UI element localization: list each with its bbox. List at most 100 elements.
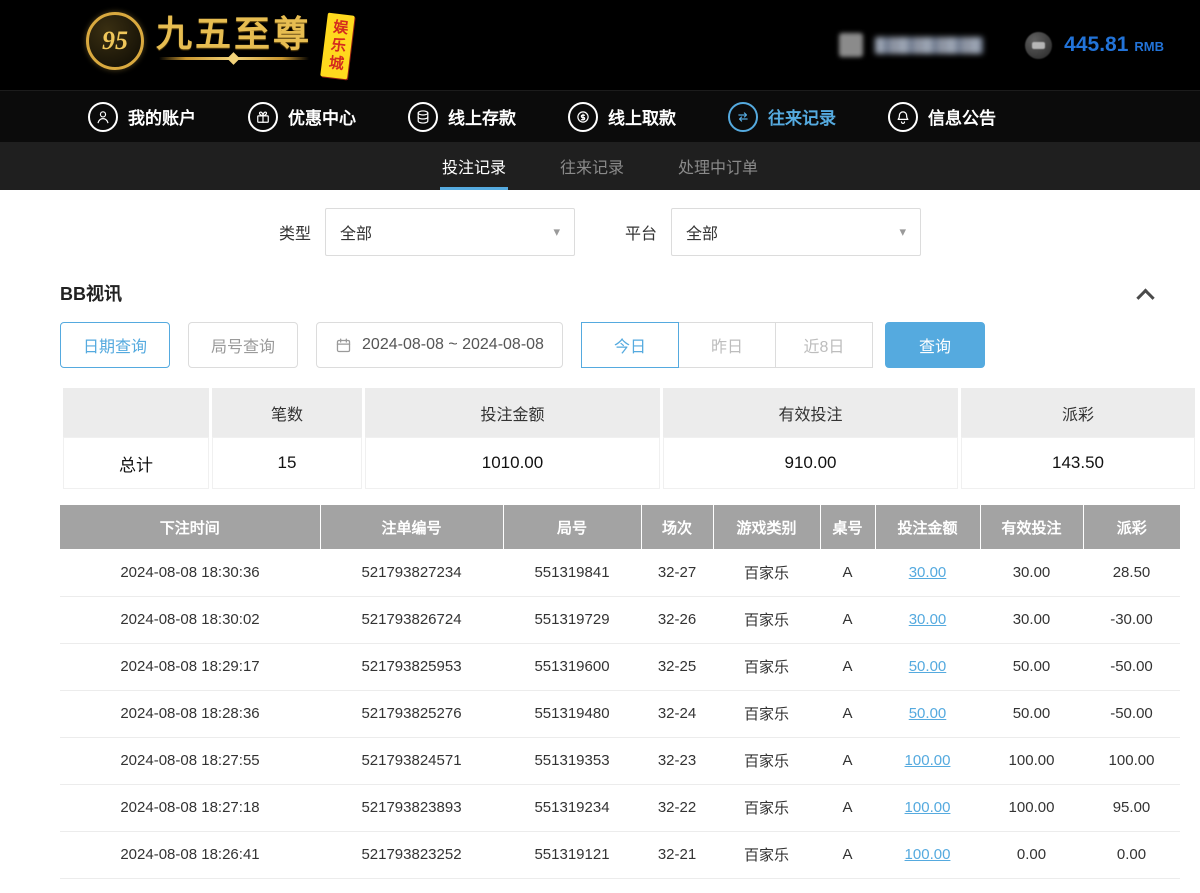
- cell-payout: -50.00: [1083, 643, 1180, 690]
- column-header: 派彩: [1083, 505, 1180, 549]
- nav-item-withdraw[interactable]: 线上取款: [568, 102, 676, 132]
- nav-item-records[interactable]: 往来记录: [728, 102, 836, 132]
- nav-item-label: 信息公告: [928, 104, 996, 129]
- bet-amount-link[interactable]: 50.00: [909, 658, 947, 675]
- filter-row: 类型 全部 ▾ 平台 全部 ▾: [0, 190, 1200, 272]
- nav-item-promotions[interactable]: 优惠中心: [248, 102, 356, 132]
- summary-col-valid-bet: 有效投注: [663, 388, 958, 437]
- summary-col-bet-amount: 投注金额: [365, 388, 660, 437]
- platform-select-value: 全部: [686, 220, 718, 244]
- summary-total-valid-bet: 910.00: [663, 437, 958, 489]
- search-button[interactable]: 查询: [885, 322, 985, 368]
- type-filter-label: 类型: [279, 220, 311, 244]
- summary-total-row: 总计 15 1010.00 910.00 143.50: [63, 437, 1195, 489]
- logo-flourish-decoration: [159, 57, 309, 60]
- cell-game-type: 百家乐: [713, 643, 820, 690]
- tab-bet-records[interactable]: 投注记录: [440, 142, 508, 190]
- username-redacted[interactable]: [875, 37, 983, 54]
- top-header: 95 九五至尊 娱乐城 445.81 RMB: [0, 0, 1200, 90]
- cell-payout: 28.50: [1083, 549, 1180, 596]
- tab-transaction-records[interactable]: 往来记录: [558, 142, 626, 190]
- cell-session: 32-27: [641, 549, 713, 596]
- logo-text: 九五至尊: [156, 14, 312, 54]
- collapse-chevron-icon[interactable]: [1136, 288, 1154, 306]
- chevron-down-icon: ▾: [553, 224, 560, 240]
- cell-session: 32-23: [641, 737, 713, 784]
- round-query-button[interactable]: 局号查询: [188, 322, 298, 368]
- cell-session: 32-22: [641, 784, 713, 831]
- cell-table-no: A: [820, 737, 875, 784]
- cell-payout: -50.00: [1083, 690, 1180, 737]
- cell-round-no: 551319600: [503, 643, 641, 690]
- cell-session: 32-21: [641, 831, 713, 878]
- cell-table-no: A: [820, 549, 875, 596]
- bell-icon: [888, 102, 918, 132]
- cell-session: 32-26: [641, 596, 713, 643]
- date-query-button[interactable]: 日期查询: [60, 322, 170, 368]
- table-row: 2024-08-08 18:27:18521793823893551319234…: [60, 784, 1180, 831]
- cell-valid-bet: 50.00: [980, 643, 1083, 690]
- cell-order-no: 521793824571: [320, 737, 503, 784]
- cell-bet-amount: 50.00: [875, 643, 980, 690]
- cell-payout: 0.00: [1083, 831, 1180, 878]
- type-select[interactable]: 全部 ▾: [325, 208, 575, 256]
- bet-amount-link[interactable]: 30.00: [909, 611, 947, 628]
- cell-bet-amount: 30.00: [875, 596, 980, 643]
- cell-table-no: A: [820, 784, 875, 831]
- bet-amount-link[interactable]: 100.00: [905, 752, 951, 769]
- cell-game-type: 百家乐: [713, 549, 820, 596]
- nav-item-announcements[interactable]: 信息公告: [888, 102, 996, 132]
- summary-col-count: 笔数: [212, 388, 362, 437]
- transfer-icon: [728, 102, 758, 132]
- column-header: 游戏类别: [713, 505, 820, 549]
- cell-table-no: A: [820, 596, 875, 643]
- platform-select[interactable]: 全部 ▾: [671, 208, 921, 256]
- platform-filter-label: 平台: [625, 220, 657, 244]
- nav-item-deposit[interactable]: 线上存款: [408, 102, 516, 132]
- logo-badge: 娱乐城: [320, 13, 355, 80]
- table-row: 2024-08-08 18:27:55521793824571551319353…: [60, 737, 1180, 784]
- bet-amount-link[interactable]: 100.00: [905, 799, 951, 816]
- yesterday-button[interactable]: 昨日: [678, 322, 776, 368]
- summary-total-bet-amount: 1010.00: [365, 437, 660, 489]
- subnav-tabs: 投注记录 往来记录 处理中订单: [0, 142, 1200, 190]
- user-avatar[interactable]: [839, 33, 863, 57]
- query-toolbar: 日期查询 局号查询 2024-08-08 ~ 2024-08-08 今日 昨日 …: [0, 312, 1200, 386]
- section-header: BB视讯: [0, 272, 1200, 312]
- cell-table-no: A: [820, 690, 875, 737]
- table-row: 2024-08-08 18:28:36521793825276551319480…: [60, 690, 1180, 737]
- page: 95 九五至尊 娱乐城 445.81 RMB 我的账户优惠中心线上存款线上取款往…: [0, 0, 1200, 879]
- bet-amount-link[interactable]: 100.00: [905, 846, 951, 863]
- cell-round-no: 551319234: [503, 784, 641, 831]
- deposit-coins-icon: [408, 102, 438, 132]
- main-nav: 我的账户 优惠中心 线上存款 线上取款 往来记录 信息公告: [0, 90, 1200, 142]
- cell-order-no: 521793827234: [320, 549, 503, 596]
- site-logo[interactable]: 95 九五至尊 娱乐城: [86, 12, 351, 78]
- cell-game-type: 百家乐: [713, 784, 820, 831]
- summary-header-row: 笔数 投注金额 有效投注 派彩: [63, 388, 1195, 437]
- nav-item-account[interactable]: 我的账户: [88, 102, 196, 132]
- cell-bet-time: 2024-08-08 18:27:18: [60, 784, 320, 831]
- cell-bet-time: 2024-08-08 18:26:41: [60, 831, 320, 878]
- date-range-value: 2024-08-08 ~ 2024-08-08: [362, 336, 544, 354]
- date-range-picker[interactable]: 2024-08-08 ~ 2024-08-08: [316, 322, 563, 368]
- type-select-value: 全部: [340, 220, 372, 244]
- summary-total-payout: 143.50: [961, 437, 1195, 489]
- cell-round-no: 551319353: [503, 737, 641, 784]
- type-filter: 类型 全部 ▾: [279, 208, 575, 256]
- bet-amount-link[interactable]: 50.00: [909, 705, 947, 722]
- cell-round-no: 551319121: [503, 831, 641, 878]
- balance: 445.81 RMB: [1064, 33, 1164, 57]
- tab-processing-orders[interactable]: 处理中订单: [676, 142, 760, 190]
- withdraw-icon: [568, 102, 598, 132]
- calendar-icon: [335, 337, 352, 354]
- bet-amount-link[interactable]: 30.00: [909, 564, 947, 581]
- cell-bet-time: 2024-08-08 18:30:02: [60, 596, 320, 643]
- today-button[interactable]: 今日: [581, 322, 679, 368]
- table-row: 2024-08-08 18:30:36521793827234551319841…: [60, 549, 1180, 596]
- cell-valid-bet: 30.00: [980, 549, 1083, 596]
- column-header: 投注金额: [875, 505, 980, 549]
- nav-item-label: 我的账户: [128, 104, 196, 129]
- last-8-days-button[interactable]: 近8日: [775, 322, 873, 368]
- cell-table-no: A: [820, 643, 875, 690]
